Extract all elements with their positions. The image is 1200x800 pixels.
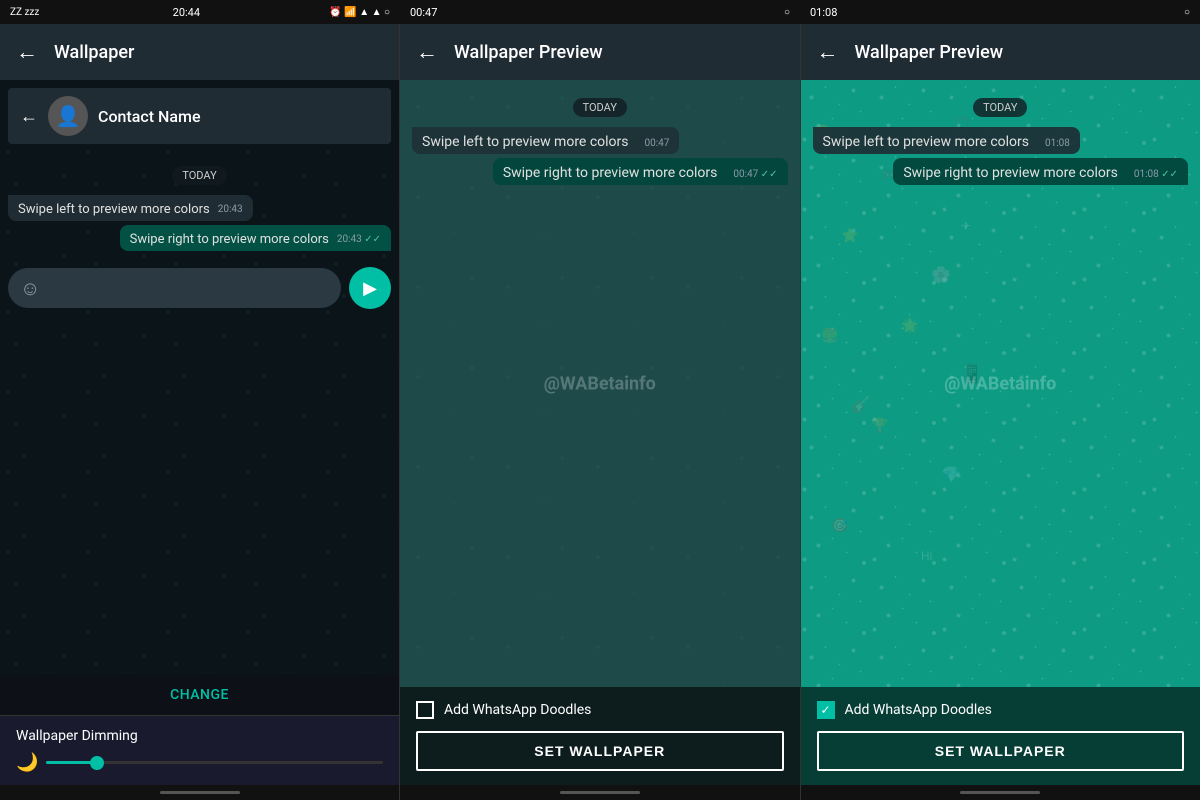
checkmark-icon: ✓: [820, 703, 830, 717]
panel3-doodles-row[interactable]: ✓ Add WhatsApp Doodles: [817, 701, 1185, 719]
scrollbar-3: [960, 791, 1040, 794]
panel3-msg-sent-time: 01:08 ✓✓: [1134, 169, 1178, 180]
avatar: 👤: [48, 96, 88, 136]
contact-name: Contact Name: [98, 107, 201, 126]
panel2-date-badge: TODAY: [573, 98, 627, 117]
scroll-indicator-3: [801, 785, 1200, 800]
panel1-chat-area: ← 👤 Contact Name TODAY Swipe left to pre…: [0, 80, 399, 675]
svg-text:🌸: 🌸: [931, 265, 951, 284]
dimming-section: Wallpaper Dimming 🌙: [0, 715, 399, 785]
panel1-msg-sent-time: 20:43 ✓✓: [337, 234, 381, 245]
panel3-title: Wallpaper Preview: [855, 42, 1004, 63]
panel2-msg-sent-time: 00:47 ✓✓: [733, 169, 777, 180]
avatar-icon: 👤: [56, 104, 81, 128]
panel2-topbar: ← Wallpaper Preview: [400, 24, 800, 80]
panel-preview-2: ← Wallpaper Preview 😊 🎮 🎵 ⭐ 🌸 🍔 📱 🏆 💎: [801, 24, 1200, 800]
svg-text:🍔: 🍔: [821, 327, 838, 344]
panel2-msg-sent: Swipe right to preview more colors 00:47…: [493, 158, 788, 185]
scrollbar-1: [160, 791, 240, 794]
svg-text:✈: ✈: [961, 219, 971, 233]
svg-text:Hi: Hi: [921, 549, 933, 563]
svg-text:🎯: 🎯: [831, 517, 849, 534]
contact-header[interactable]: ← 👤 Contact Name: [8, 88, 391, 144]
panel2-msg-received-time: 00:47: [645, 138, 670, 149]
status-icons-right-1: ⏰ 📶 ▲ ▲ ○: [329, 7, 390, 18]
emoji-icon[interactable]: ☺: [20, 276, 40, 301]
panel2-doodles-label: Add WhatsApp Doodles: [444, 702, 591, 718]
dimming-label: Wallpaper Dimming: [16, 728, 383, 744]
svg-text:💎: 💎: [941, 465, 961, 484]
moon-icon: 🌙: [16, 752, 38, 773]
status-center: 00:47 ○: [400, 0, 800, 24]
panel3-chat: 😊 🎮 🎵 ⭐ 🌸 🍔 📱 🏆 💎 🎯 ✈ 🌟 🎸 Hi: [801, 80, 1200, 687]
panel3-back-button[interactable]: ←: [817, 39, 839, 65]
panel1-input-bar: ☺ ▶: [0, 259, 399, 317]
panel2-doodles-row[interactable]: Add WhatsApp Doodles: [416, 701, 784, 719]
panel3-doodles-label: Add WhatsApp Doodles: [845, 702, 992, 718]
svg-text:🌟: 🌟: [901, 317, 918, 334]
panel1-msg-received: Swipe left to preview more colors 20:43: [8, 195, 253, 221]
status-right: 01:08 ○: [800, 0, 1200, 24]
panel2-checks: ✓✓: [761, 169, 778, 180]
panel3-date-badge: TODAY: [973, 98, 1027, 117]
panel2-bottom: Add WhatsApp Doodles SET WALLPAPER: [400, 687, 800, 785]
svg-text:🏆: 🏆: [871, 417, 889, 434]
panel1-messages: TODAY Swipe left to preview more colors …: [0, 152, 399, 259]
main-screens: ← Wallpaper ← 👤 Contact Name TODAY Swipe…: [0, 24, 1200, 800]
panel2-messages: TODAY Swipe left to preview more colors …: [400, 80, 800, 197]
scroll-indicator-2: [400, 785, 800, 800]
panel3-topbar: ← Wallpaper Preview: [801, 24, 1200, 80]
status-bar: ZZ zzz 20:44 ⏰ 📶 ▲ ▲ ○ 00:47 ○ 01:08 ○: [0, 0, 1200, 24]
scrollbar-2: [560, 791, 640, 794]
status-icons-left: ZZ zzz: [10, 7, 39, 18]
panel1-title: Wallpaper: [54, 42, 134, 63]
dimming-slider[interactable]: 🌙: [16, 752, 383, 773]
send-icon: ▶: [363, 278, 377, 299]
panel1-msg-received-time: 20:43: [218, 204, 243, 215]
panel3-checks: ✓✓: [1161, 169, 1178, 180]
panel-preview-1: ← Wallpaper Preview TODAY Swipe left to …: [400, 24, 801, 800]
slider-thumb[interactable]: [90, 756, 104, 770]
panel2-set-wallpaper-button[interactable]: SET WALLPAPER: [416, 731, 784, 771]
send-button[interactable]: ▶: [349, 267, 391, 309]
svg-text:⭐: ⭐: [841, 227, 858, 244]
status-icons-right-3: ○: [1184, 7, 1190, 18]
panel1-checks: ✓✓: [364, 234, 381, 245]
svg-text:📱: 📱: [961, 363, 983, 385]
panel1-back-button[interactable]: ←: [16, 39, 38, 65]
status-time-2: 00:47: [410, 6, 437, 19]
panel-wallpaper: ← Wallpaper ← 👤 Contact Name TODAY Swipe…: [0, 24, 400, 800]
panel3-set-wallpaper-button[interactable]: SET WALLPAPER: [817, 731, 1185, 771]
status-time-3: 01:08: [810, 6, 837, 19]
panel3-msg-received-time: 01:08: [1045, 138, 1070, 149]
scroll-indicator-1: [0, 785, 399, 800]
panel3-bottom: ✓ Add WhatsApp Doodles SET WALLPAPER: [801, 687, 1200, 785]
panel2-doodles-checkbox[interactable]: [416, 701, 434, 719]
panel1-date-badge: TODAY: [172, 166, 226, 185]
panel2-back-button[interactable]: ←: [416, 39, 438, 65]
status-left: ZZ zzz 20:44 ⏰ 📶 ▲ ▲ ○: [0, 0, 400, 24]
message-input[interactable]: ☺: [8, 268, 341, 308]
svg-text:🎸: 🎸: [851, 395, 871, 414]
contact-back-icon[interactable]: ←: [20, 106, 38, 127]
panel3-msg-received: Swipe left to preview more colors 01:08: [813, 127, 1080, 154]
panel3-msg-sent: Swipe right to preview more colors 01:08…: [893, 158, 1188, 185]
panel3-doodles-checkbox[interactable]: ✓: [817, 701, 835, 719]
panel1-msg-sent: Swipe right to preview more colors 20:43…: [120, 225, 391, 251]
panel2-chat: TODAY Swipe left to preview more colors …: [400, 80, 800, 687]
status-time-1: 20:44: [173, 6, 200, 19]
status-icons-right-2: ○: [784, 7, 790, 18]
panel3-messages: TODAY Swipe left to preview more colors …: [801, 80, 1200, 197]
slider-track[interactable]: [46, 761, 383, 764]
panel2-msg-received: Swipe left to preview more colors 00:47: [412, 127, 679, 154]
panel1-topbar: ← Wallpaper: [0, 24, 399, 80]
change-button[interactable]: CHANGE: [0, 675, 399, 715]
panel2-title: Wallpaper Preview: [454, 42, 603, 63]
